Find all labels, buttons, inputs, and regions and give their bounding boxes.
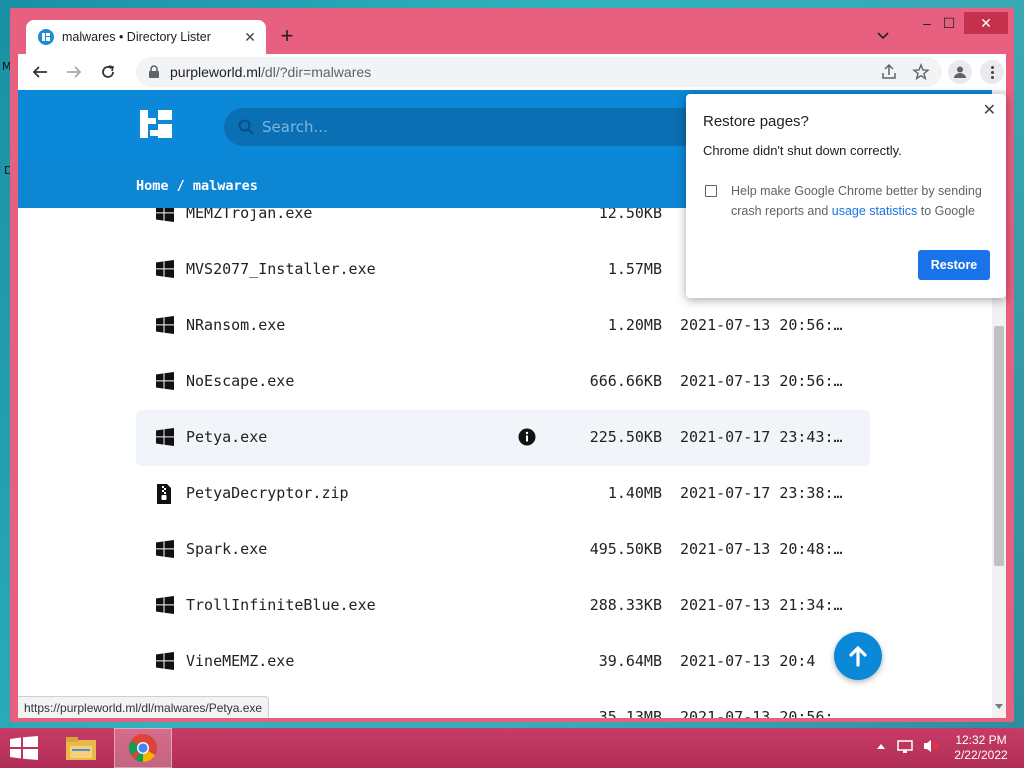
maximize-button[interactable]: ☐: [934, 12, 964, 34]
file-date: 2021-07-13 20:56:…: [680, 372, 843, 390]
clock-date: 2/22/2022: [954, 748, 1008, 762]
file-name[interactable]: MEMZTrojan.exe: [186, 208, 312, 222]
zip-icon: [156, 484, 174, 504]
file-size: 288.33KB: [589, 596, 662, 614]
file-name[interactable]: VineMEMZ.exe: [186, 652, 294, 670]
site-favicon-icon: [38, 29, 54, 45]
url-path: /dl/?dir=malwares: [261, 64, 372, 80]
tab-strip: malwares • Directory Lister ✕ + – ☐ ✕: [10, 8, 1014, 54]
reload-icon[interactable]: [94, 58, 122, 86]
bookmark-star-icon[interactable]: [912, 63, 930, 81]
file-date: 2021-07-13 20:48:…: [680, 540, 843, 558]
file-date: 2021-07-13 20:56:…: [680, 708, 843, 718]
url-host: purpleworld.ml: [170, 64, 262, 80]
usage-statistics-link[interactable]: usage statistics: [832, 204, 917, 218]
lock-icon[interactable]: [148, 65, 160, 84]
breadcrumb[interactable]: Home / malwares: [136, 178, 258, 194]
file-row[interactable]: Spark.exe 495.50KB 2021-07-13 20:48:…: [136, 522, 870, 578]
scroll-down-arrow-icon[interactable]: [995, 704, 1003, 709]
file-explorer-taskbar-icon[interactable]: [52, 728, 110, 768]
tray-expand-icon[interactable]: [876, 738, 886, 759]
scroll-to-top-button[interactable]: [834, 632, 882, 680]
browser-menu-icon[interactable]: [980, 60, 1004, 84]
windows-start-icon[interactable]: [10, 736, 38, 765]
file-size: 12.50KB: [598, 208, 662, 222]
file-size: 1.20MB: [607, 316, 662, 334]
file-name[interactable]: Spark.exe: [186, 540, 267, 558]
tab-search-chevron-icon[interactable]: [876, 28, 894, 46]
dialog-title: Restore pages?: [703, 113, 809, 130]
windows-icon: [156, 652, 174, 670]
url-text[interactable]: purpleworld.ml/dl/?dir=malwares: [170, 64, 371, 80]
file-row[interactable]: NoEscape.exe 666.66KB 2021-07-13 20:56:…: [136, 354, 870, 410]
tab-close-icon[interactable]: ✕: [240, 27, 260, 47]
windows-icon: [156, 372, 174, 390]
file-date: 2021-07-13 20:4: [680, 652, 816, 670]
search-input[interactable]: Search...: [262, 118, 328, 136]
file-date: 2021-07-17 23:43:…: [680, 428, 843, 446]
file-name[interactable]: TrollInfiniteBlue.exe: [186, 596, 376, 614]
checkbox-suffix: to Google: [920, 204, 975, 218]
file-date: 2021-07-17 23:38:…: [680, 484, 843, 502]
volume-muted-icon[interactable]: [922, 738, 940, 759]
file-name[interactable]: MVS2077_Installer.exe: [186, 260, 376, 278]
address-bar[interactable]: purpleworld.ml/dl/?dir=malwares: [136, 57, 942, 87]
scrollbar-thumb[interactable]: [994, 326, 1004, 566]
search-icon: [238, 119, 254, 140]
file-size: 39.64MB: [598, 652, 662, 670]
new-tab-button[interactable]: +: [276, 25, 298, 48]
back-arrow-icon[interactable]: [26, 58, 54, 86]
windows-icon: [156, 428, 174, 446]
windows-icon: [156, 316, 174, 334]
network-icon[interactable]: [896, 738, 914, 759]
profile-avatar-icon[interactable]: [948, 60, 972, 84]
windows-icon: [156, 540, 174, 558]
file-size: 225.50KB: [589, 428, 662, 446]
browser-window: malwares • Directory Lister ✕ + – ☐ ✕ pu…: [10, 8, 1014, 722]
file-row[interactable]: NRansom.exe 1.20MB 2021-07-13 20:56:…: [136, 298, 870, 354]
file-size: 35.13MB: [598, 708, 662, 718]
file-name[interactable]: PetyaDecryptor.zip: [186, 484, 349, 502]
taskbar: 12:32 PM 2/22/2022: [0, 728, 1024, 768]
windows-icon: [156, 596, 174, 614]
file-row[interactable]: PetyaDecryptor.zip 1.40MB 2021-07-17 23:38…: [136, 466, 870, 522]
browser-toolbar: purpleworld.ml/dl/?dir=malwares: [18, 54, 1006, 90]
file-date: 2021-07-13 21:34:…: [680, 596, 843, 614]
forward-arrow-icon[interactable]: [60, 58, 88, 86]
share-icon[interactable]: [880, 63, 898, 81]
file-row[interactable]: Petya.exe 225.50KB 2021-07-17 23:43:…: [136, 410, 870, 466]
status-bar-url: https://purpleworld.ml/dl/malwares/Petya…: [18, 696, 270, 718]
windows-icon: [156, 260, 174, 278]
tab-title: malwares • Directory Lister: [62, 30, 211, 44]
file-row[interactable]: TrollInfiniteBlue.exe 288.33KB 2021-07-13 …: [136, 578, 870, 634]
file-size: 666.66KB: [589, 372, 662, 390]
dialog-close-icon[interactable]: ✕: [983, 100, 996, 120]
arrow-up-icon: [849, 645, 867, 667]
file-date: 2021-07-13 20:56:…: [680, 316, 843, 334]
crash-report-checkbox[interactable]: [705, 185, 717, 197]
clock-time: 12:32 PM: [955, 733, 1007, 747]
restore-button[interactable]: Restore: [918, 250, 990, 280]
file-size: 1.40MB: [607, 484, 662, 502]
dialog-message: Chrome didn't shut down correctly.: [703, 143, 902, 158]
window-close-button[interactable]: ✕: [964, 12, 1008, 34]
restore-pages-dialog: ✕ Restore pages? Chrome didn't shut down…: [686, 94, 1006, 298]
file-size: 1.57MB: [607, 260, 662, 278]
file-size: 495.50KB: [589, 540, 662, 558]
file-name[interactable]: NRansom.exe: [186, 316, 285, 334]
taskbar-clock[interactable]: 12:32 PM 2/22/2022: [946, 733, 1016, 763]
checkbox-label: Help make Google Chrome better by sendin…: [731, 181, 993, 221]
directory-lister-logo-icon[interactable]: [140, 110, 174, 145]
chrome-taskbar-icon[interactable]: [114, 728, 172, 768]
browser-tab[interactable]: malwares • Directory Lister ✕: [26, 20, 266, 54]
file-info-icon[interactable]: [518, 428, 536, 446]
file-row[interactable]: VineMEMZ.exe 39.64MB 2021-07-13 20:4: [136, 634, 870, 690]
windows-icon: [156, 208, 174, 222]
file-name[interactable]: NoEscape.exe: [186, 372, 294, 390]
file-name[interactable]: Petya.exe: [186, 428, 267, 446]
